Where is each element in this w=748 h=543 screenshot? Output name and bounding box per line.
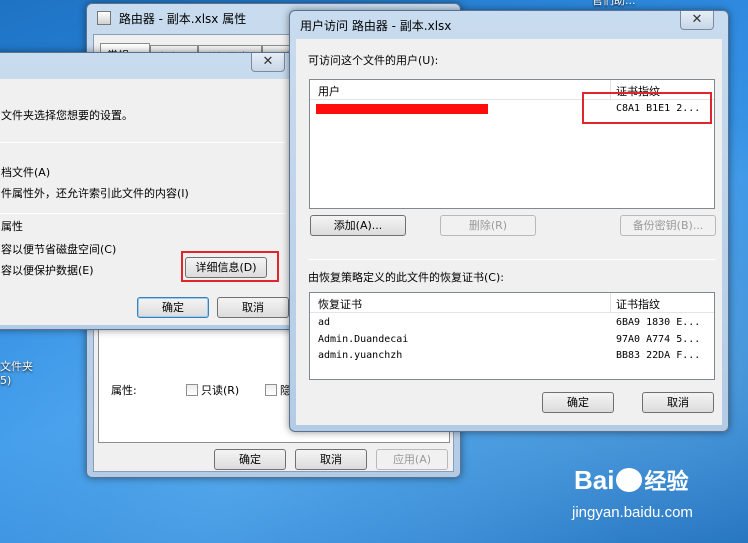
properties-apply-button[interactable]: 应用(A) [376, 449, 448, 470]
redacted-username [316, 104, 488, 114]
close-icon: ✕ [691, 12, 703, 27]
user-access-ok-button[interactable]: 确定 [542, 392, 614, 413]
user-access-titlebar[interactable]: 用户访问 路由器 - 副本.xlsx [290, 11, 728, 39]
users-col-user[interactable]: 用户 [318, 83, 340, 99]
user-access-divider [308, 259, 716, 260]
compress-encrypt-section-label: 属性 [1, 220, 23, 233]
advanced-cancel-button[interactable]: 取消 [217, 297, 289, 318]
recovery-cert-cell: Admin.Duandecai [318, 334, 409, 345]
table-row[interactable]: ad 6BA9 1830 E... [310, 316, 714, 332]
desktop-icon-label-line1: 文件夹 [0, 360, 33, 373]
encrypt-option[interactable]: 容以便保护数据(E) [1, 262, 94, 278]
advanced-close-button[interactable]: ✕ [251, 53, 285, 72]
user-access-close-button[interactable]: ✕ [680, 11, 714, 30]
properties-title: 路由器 - 副本.xlsx 属性 [118, 12, 247, 26]
recovery-list[interactable]: 恢复证书 证书指纹 ad 6BA9 1830 E... Admin.Duande… [309, 292, 715, 380]
baidu-watermark: Bai 经验 jingyan.baidu.com [560, 462, 740, 532]
desktop-top-right-text[interactable]: 官们助... [592, 0, 636, 8]
hidden-checkbox-box[interactable] [265, 384, 277, 396]
close-icon: ✕ [262, 54, 274, 69]
table-row[interactable]: Admin.Duandecai 97A0 A774 5... [310, 333, 714, 349]
hidden-checkbox[interactable]: 隐 [265, 382, 291, 398]
recovery-thumbprint-cell: BB83 22DA F... [616, 350, 701, 361]
user-access-cancel-button[interactable]: 取消 [642, 392, 714, 413]
watermark-brand: Bai 经验 [574, 464, 688, 496]
desktop-icon-label[interactable]: 文件夹 5) [0, 358, 33, 387]
recovery-col-thumbprint[interactable]: 证书指纹 [616, 296, 660, 312]
readonly-checkbox-box[interactable] [186, 384, 198, 396]
watermark-url: jingyan.baidu.com [572, 504, 693, 521]
add-user-button[interactable]: 添加(A)... [310, 215, 406, 236]
thumbprint-highlight [582, 92, 712, 124]
excel-file-icon [97, 11, 111, 25]
compress-option[interactable]: 容以便节省磁盘空间(C) [1, 241, 116, 257]
readonly-checkbox[interactable]: 只读(R) [186, 382, 239, 398]
desktop-icon-label-line2: 5) [0, 374, 12, 387]
details-button-highlight [181, 251, 279, 282]
recovery-list-header: 恢复证书 证书指纹 [310, 293, 714, 313]
recovery-label: 由恢复策略定义的此文件的恢复证书(C): [308, 271, 504, 284]
advanced-attributes-window[interactable]: ✕ 文件夹选择您想要的设置。 档文件(A) 件属性外，还允许索引此文件的内容(I… [0, 52, 298, 330]
recovery-col-cert[interactable]: 恢复证书 [318, 296, 362, 312]
recovery-col-separator [610, 293, 611, 313]
archive-option[interactable]: 档文件(A) [1, 164, 50, 180]
advanced-instruction: 文件夹选择您想要的设置。 [1, 109, 133, 122]
remove-user-button[interactable]: 删除(R) [440, 215, 536, 236]
advanced-divider-2 [0, 213, 285, 214]
recovery-cert-cell: ad [318, 317, 331, 328]
attributes-label: 属性: [111, 384, 137, 397]
user-access-client: 可访问这个文件的用户(U): 用户 证书指纹 C8A1 B1E1 2... 添加… [296, 39, 722, 425]
advanced-ok-button[interactable]: 确定 [137, 297, 209, 318]
user-access-window[interactable]: 用户访问 路由器 - 副本.xlsx ✕ 可访问这个文件的用户(U): 用户 证… [289, 10, 729, 432]
backup-key-button[interactable]: 备份密钥(B)... [620, 215, 716, 236]
user-access-title: 用户访问 路由器 - 副本.xlsx [300, 19, 452, 33]
recovery-thumbprint-cell: 6BA9 1830 E... [616, 317, 701, 328]
advanced-divider-1 [0, 142, 285, 143]
recovery-thumbprint-cell: 97A0 A774 5... [616, 334, 701, 345]
watermark-brand-b: 经验 [644, 469, 689, 494]
properties-ok-button[interactable]: 确定 [214, 449, 286, 470]
table-row[interactable]: admin.yuanchzh BB83 22DA F... [310, 349, 714, 365]
recovery-cert-cell: admin.yuanchzh [318, 350, 403, 361]
index-option[interactable]: 件属性外，还允许索引此文件的内容(I) [1, 185, 189, 201]
properties-cancel-button[interactable]: 取消 [295, 449, 367, 470]
readonly-label: 只读(R) [201, 384, 240, 397]
users-label: 可访问这个文件的用户(U): [308, 54, 439, 67]
advanced-client: 文件夹选择您想要的设置。 档文件(A) 件属性外，还允许索引此文件的内容(I) … [0, 79, 291, 325]
paw-icon [616, 468, 643, 492]
watermark-brand-a: Bai [574, 465, 615, 495]
users-list[interactable]: 用户 证书指纹 C8A1 B1E1 2... [309, 79, 715, 209]
